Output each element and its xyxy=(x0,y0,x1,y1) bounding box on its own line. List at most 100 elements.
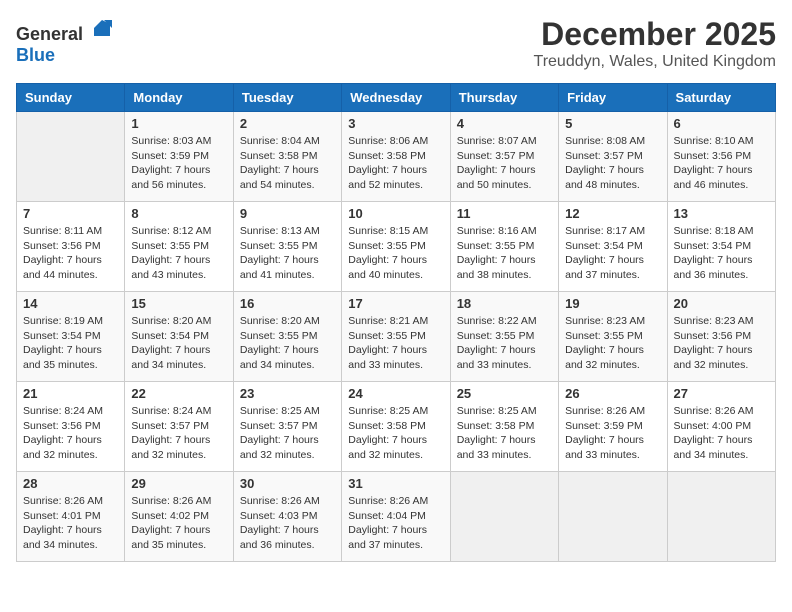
day-cell: 9 Sunrise: 8:13 AMSunset: 3:55 PMDaylight… xyxy=(233,202,341,292)
day-info: Sunrise: 8:16 AMSunset: 3:55 PMDaylight:… xyxy=(457,224,552,283)
day-cell: 4 Sunrise: 8:07 AMSunset: 3:57 PMDaylight… xyxy=(450,112,558,202)
day-number: 8 xyxy=(131,206,226,221)
day-number: 10 xyxy=(348,206,443,221)
day-number: 13 xyxy=(674,206,769,221)
day-cell: 25Sunrise: 8:25 AMSunset: 3:58 PMDayligh… xyxy=(450,382,558,472)
day-info: Sunrise: 8:26 AMSunset: 4:04 PMDaylight:… xyxy=(348,494,443,553)
day-cell: 30 Sunrise: 8:26 AMSunset: 4:03 PMDayligh… xyxy=(233,472,341,562)
day-info: Sunrise: 8:23 AMSunset: 3:55 PMDaylight:… xyxy=(565,314,660,373)
day-info: Sunrise: 8:25 AMSunset: 3:57 PMDaylight:… xyxy=(240,404,335,463)
day-number: 2 xyxy=(240,116,335,131)
day-info: Sunrise: 8:03 AMSunset: 3:59 PMDaylight:… xyxy=(131,134,226,193)
day-header-monday: Monday xyxy=(125,84,233,112)
day-cell: 13Sunrise: 8:18 AMSunset: 3:54 PMDayligh… xyxy=(667,202,775,292)
day-cell: 15 Sunrise: 8:20 AMSunset: 3:54 PMDayligh… xyxy=(125,292,233,382)
day-header-wednesday: Wednesday xyxy=(342,84,450,112)
page-header: General Blue December 2025 Treuddyn, Wal… xyxy=(16,16,776,71)
day-cell: 18 Sunrise: 8:22 AMSunset: 3:55 PMDayligh… xyxy=(450,292,558,382)
day-info: Sunrise: 8:11 AMSunset: 3:56 PMDaylight:… xyxy=(23,224,118,283)
logo-blue: Blue xyxy=(16,45,55,65)
week-row-5: 28Sunrise: 8:26 AMSunset: 4:01 PMDayligh… xyxy=(17,472,776,562)
day-cell: 10 Sunrise: 8:15 AMSunset: 3:55 PMDayligh… xyxy=(342,202,450,292)
logo-text: General Blue xyxy=(16,16,114,66)
day-info: Sunrise: 8:15 AMSunset: 3:55 PMDaylight:… xyxy=(348,224,443,283)
day-cell: 7 Sunrise: 8:11 AMSunset: 3:56 PMDaylight… xyxy=(17,202,125,292)
day-info: Sunrise: 8:26 AMSunset: 4:01 PMDaylight:… xyxy=(23,494,118,553)
day-number: 6 xyxy=(674,116,769,131)
day-number: 7 xyxy=(23,206,118,221)
day-number: 23 xyxy=(240,386,335,401)
day-info: Sunrise: 8:26 AMSunset: 4:02 PMDaylight:… xyxy=(131,494,226,553)
day-info: Sunrise: 8:24 AMSunset: 3:57 PMDaylight:… xyxy=(131,404,226,463)
header-row: SundayMondayTuesdayWednesdayThursdayFrid… xyxy=(17,84,776,112)
day-number: 5 xyxy=(565,116,660,131)
day-number: 18 xyxy=(457,296,552,311)
day-number: 30 xyxy=(240,476,335,491)
day-info: Sunrise: 8:21 AMSunset: 3:55 PMDaylight:… xyxy=(348,314,443,373)
week-row-2: 7 Sunrise: 8:11 AMSunset: 3:56 PMDaylight… xyxy=(17,202,776,292)
day-cell xyxy=(667,472,775,562)
day-info: Sunrise: 8:22 AMSunset: 3:55 PMDaylight:… xyxy=(457,314,552,373)
day-number: 15 xyxy=(131,296,226,311)
day-number: 27 xyxy=(674,386,769,401)
day-header-friday: Friday xyxy=(559,84,667,112)
title-block: December 2025 Treuddyn, Wales, United Ki… xyxy=(534,16,776,71)
day-cell: 23 Sunrise: 8:25 AMSunset: 3:57 PMDayligh… xyxy=(233,382,341,472)
day-number: 14 xyxy=(23,296,118,311)
day-info: Sunrise: 8:07 AMSunset: 3:57 PMDaylight:… xyxy=(457,134,552,193)
day-number: 20 xyxy=(674,296,769,311)
day-header-sunday: Sunday xyxy=(17,84,125,112)
day-info: Sunrise: 8:26 AMSunset: 4:03 PMDaylight:… xyxy=(240,494,335,553)
day-number: 11 xyxy=(457,206,552,221)
day-info: Sunrise: 8:25 AMSunset: 3:58 PMDaylight:… xyxy=(457,404,552,463)
day-number: 21 xyxy=(23,386,118,401)
day-cell: 26 Sunrise: 8:26 AMSunset: 3:59 PMDayligh… xyxy=(559,382,667,472)
logo: General Blue xyxy=(16,16,114,66)
day-cell: 31Sunrise: 8:26 AMSunset: 4:04 PMDayligh… xyxy=(342,472,450,562)
day-info: Sunrise: 8:20 AMSunset: 3:55 PMDaylight:… xyxy=(240,314,335,373)
day-number: 1 xyxy=(131,116,226,131)
day-cell: 12 Sunrise: 8:17 AMSunset: 3:54 PMDayligh… xyxy=(559,202,667,292)
day-number: 12 xyxy=(565,206,660,221)
day-cell: 1 Sunrise: 8:03 AMSunset: 3:59 PMDaylight… xyxy=(125,112,233,202)
logo-icon xyxy=(90,16,114,40)
day-number: 16 xyxy=(240,296,335,311)
day-number: 3 xyxy=(348,116,443,131)
day-info: Sunrise: 8:26 AMSunset: 4:00 PMDaylight:… xyxy=(674,404,769,463)
day-cell: 20Sunrise: 8:23 AMSunset: 3:56 PMDayligh… xyxy=(667,292,775,382)
day-cell: 19 Sunrise: 8:23 AMSunset: 3:55 PMDayligh… xyxy=(559,292,667,382)
day-info: Sunrise: 8:26 AMSunset: 3:59 PMDaylight:… xyxy=(565,404,660,463)
week-row-4: 21 Sunrise: 8:24 AMSunset: 3:56 PMDayligh… xyxy=(17,382,776,472)
day-cell: 21 Sunrise: 8:24 AMSunset: 3:56 PMDayligh… xyxy=(17,382,125,472)
day-number: 24 xyxy=(348,386,443,401)
day-info: Sunrise: 8:13 AMSunset: 3:55 PMDaylight:… xyxy=(240,224,335,283)
day-cell: 2 Sunrise: 8:04 AMSunset: 3:58 PMDaylight… xyxy=(233,112,341,202)
day-header-tuesday: Tuesday xyxy=(233,84,341,112)
day-cell: 24 Sunrise: 8:25 AMSunset: 3:58 PMDayligh… xyxy=(342,382,450,472)
day-info: Sunrise: 8:20 AMSunset: 3:54 PMDaylight:… xyxy=(131,314,226,373)
day-header-thursday: Thursday xyxy=(450,84,558,112)
day-number: 9 xyxy=(240,206,335,221)
day-number: 19 xyxy=(565,296,660,311)
day-cell: 17Sunrise: 8:21 AMSunset: 3:55 PMDayligh… xyxy=(342,292,450,382)
week-row-1: 1 Sunrise: 8:03 AMSunset: 3:59 PMDaylight… xyxy=(17,112,776,202)
day-info: Sunrise: 8:04 AMSunset: 3:58 PMDaylight:… xyxy=(240,134,335,193)
day-cell: 3Sunrise: 8:06 AMSunset: 3:58 PMDaylight… xyxy=(342,112,450,202)
day-info: Sunrise: 8:25 AMSunset: 3:58 PMDaylight:… xyxy=(348,404,443,463)
day-cell: 5Sunrise: 8:08 AMSunset: 3:57 PMDaylight… xyxy=(559,112,667,202)
day-number: 22 xyxy=(131,386,226,401)
day-cell xyxy=(17,112,125,202)
day-cell: 6 Sunrise: 8:10 AMSunset: 3:56 PMDaylight… xyxy=(667,112,775,202)
day-number: 4 xyxy=(457,116,552,131)
day-number: 26 xyxy=(565,386,660,401)
day-cell: 22 Sunrise: 8:24 AMSunset: 3:57 PMDayligh… xyxy=(125,382,233,472)
day-cell: 28Sunrise: 8:26 AMSunset: 4:01 PMDayligh… xyxy=(17,472,125,562)
day-number: 29 xyxy=(131,476,226,491)
calendar-table: SundayMondayTuesdayWednesdayThursdayFrid… xyxy=(16,83,776,562)
day-cell: 16 Sunrise: 8:20 AMSunset: 3:55 PMDayligh… xyxy=(233,292,341,382)
day-info: Sunrise: 8:24 AMSunset: 3:56 PMDaylight:… xyxy=(23,404,118,463)
day-info: Sunrise: 8:12 AMSunset: 3:55 PMDaylight:… xyxy=(131,224,226,283)
day-info: Sunrise: 8:17 AMSunset: 3:54 PMDaylight:… xyxy=(565,224,660,283)
day-info: Sunrise: 8:10 AMSunset: 3:56 PMDaylight:… xyxy=(674,134,769,193)
day-cell: 27 Sunrise: 8:26 AMSunset: 4:00 PMDayligh… xyxy=(667,382,775,472)
